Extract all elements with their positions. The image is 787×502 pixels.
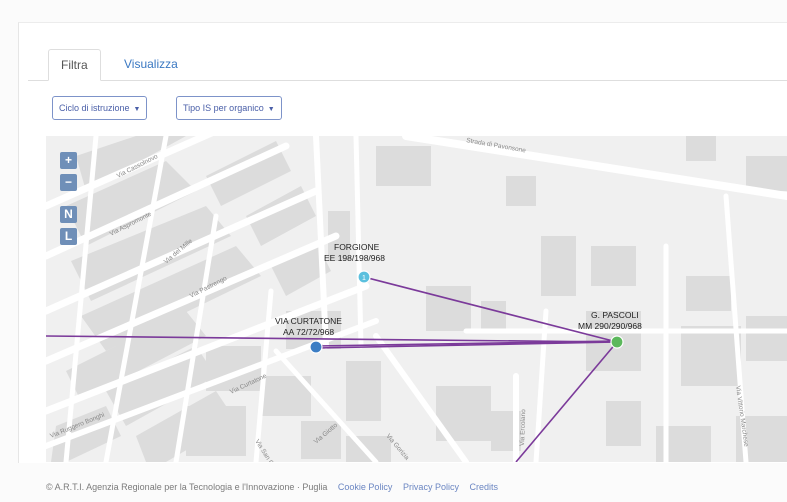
privacy-policy-link[interactable]: Privacy Policy: [403, 482, 459, 492]
tab-filtra[interactable]: Filtra: [48, 49, 101, 81]
ciclo-istruzione-label: Ciclo di istruzione: [59, 103, 130, 113]
svg-text:Via Ercolano: Via Ercolano: [519, 409, 527, 446]
tipo-is-label: Tipo IS per organico: [183, 103, 264, 113]
credits-link[interactable]: Credits: [469, 482, 498, 492]
marker-code: EE 198/198/968: [324, 253, 385, 263]
footer-attribution: © A.R.T.I. Agenzia Regionale per la Tecn…: [46, 482, 328, 492]
page-footer: © A.R.T.I. Agenzia Regionale per la Tecn…: [46, 482, 787, 500]
tipo-is-dropdown[interactable]: Tipo IS per organico ▼: [176, 96, 282, 120]
school-marker-icon[interactable]: [309, 340, 323, 354]
caret-down-icon: ▼: [267, 106, 275, 113]
zoom-out-button[interactable]: −: [60, 174, 77, 191]
marker-name: FORGIONE: [334, 242, 380, 252]
marker-name: G. PASCOLI: [591, 310, 639, 320]
layers-button[interactable]: L: [60, 228, 77, 245]
marker-code: AA 72/72/968: [283, 327, 334, 337]
ciclo-istruzione-dropdown[interactable]: Ciclo di istruzione ▼: [52, 96, 148, 120]
cookie-policy-link[interactable]: Cookie Policy: [338, 482, 393, 492]
marker-code: MM 290/290/968: [578, 321, 642, 331]
north-button[interactable]: N: [60, 206, 77, 223]
tab-bar: Filtra Visualizza: [28, 44, 787, 81]
zoom-in-button[interactable]: +: [60, 152, 77, 169]
school-marker-icon[interactable]: [610, 335, 624, 349]
map-canvas[interactable]: Via Cassolnovo Via Aspromonte Via del Mi…: [46, 136, 787, 462]
marker-name: VIA CURTATONE: [275, 316, 342, 326]
map-view[interactable]: Via Cassolnovo Via Aspromonte Via del Mi…: [46, 136, 787, 462]
caret-down-icon: ▼: [133, 106, 141, 113]
marker-badge: 1: [362, 275, 366, 282]
tab-visualizza[interactable]: Visualizza: [112, 49, 190, 79]
